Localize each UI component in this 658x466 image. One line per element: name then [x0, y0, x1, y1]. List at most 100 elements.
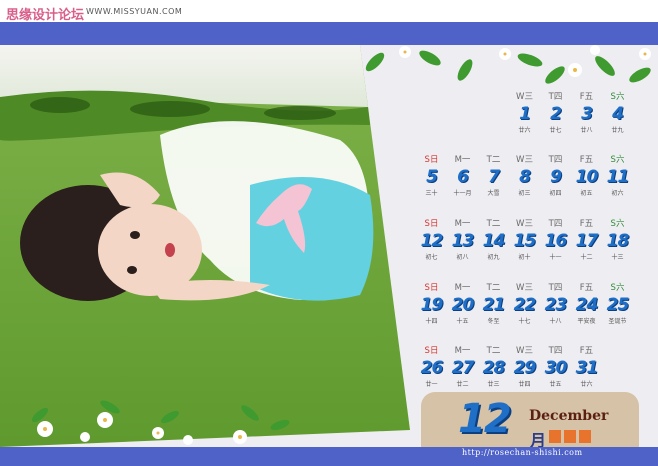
- day-number: 4: [612, 104, 624, 124]
- day-number: 3: [581, 104, 593, 124]
- lunar-date: 廿一: [425, 381, 438, 388]
- day-number: 13: [451, 231, 475, 251]
- day-cell: F五 17 十二: [571, 219, 602, 277]
- day-cell: T二 7 大雪: [478, 155, 509, 213]
- day-cell: T四 16 十一: [540, 219, 571, 277]
- day-number: 31: [575, 358, 599, 378]
- day-number: 29: [513, 358, 537, 378]
- weekday-label: F五: [579, 92, 594, 102]
- day-cell: T四 2 廿七: [540, 92, 571, 150]
- lunar-date: 三十: [425, 190, 438, 197]
- child-photo: [0, 45, 410, 447]
- lunar-date: 廿二: [456, 381, 469, 388]
- day-cell: F五 24 平安夜: [571, 283, 602, 341]
- lunar-date: 廿三: [487, 381, 500, 388]
- weekday-label: W三: [516, 346, 533, 356]
- day-number: 22: [513, 295, 537, 315]
- weekday-label: T二: [486, 219, 501, 229]
- decorative-square: [579, 430, 591, 443]
- day-cell: S日 5 三十: [416, 155, 447, 213]
- day-number: 18: [606, 231, 630, 251]
- top-bar: 思缘设计论坛 WWW.MISSYUAN.COM: [0, 0, 658, 23]
- lunar-date: 廿九: [611, 127, 624, 134]
- lunar-date: 十三: [611, 254, 624, 261]
- day-cell: M一 13 初八: [447, 219, 478, 277]
- day-cell: S六 25 圣诞节: [602, 283, 633, 341]
- lunar-date: 平安夜: [577, 318, 596, 325]
- week-row-2: S日 5 三十 M一 6 十一月 T二 7 大雪 W三 8 初三 T四 9 初四 F五 10 初五 S六…: [410, 155, 640, 215]
- decorative-square: [549, 430, 561, 443]
- week-row-3: S日 12 初七 M一 13 初八 T二 14 初九 W三 15 初十 T四 16 十一 F五 17 十…: [410, 219, 640, 279]
- weekday-label: S六: [610, 283, 625, 293]
- weekday-label: S六: [610, 219, 625, 229]
- day-number: 2: [550, 104, 562, 124]
- weekday-label: S六: [610, 155, 625, 165]
- day-number: 30: [544, 358, 568, 378]
- day-cell: S六 4 廿九: [602, 92, 633, 150]
- day-number: 23: [544, 295, 568, 315]
- weekday-label: S日: [424, 283, 439, 293]
- day-number: 26: [420, 358, 444, 378]
- weekday-label: S日: [424, 346, 439, 356]
- weekday-label: T四: [548, 92, 563, 102]
- weekday-label: T二: [486, 346, 501, 356]
- day-cell: T二 14 初九: [478, 219, 509, 277]
- calendar-grid: W三 1 廿六 T四 2 廿七 F五 3 廿八 S六 4 廿九 S日 5 三十 M一 6 十一月 T二 7…: [410, 80, 640, 390]
- day-number: 10: [575, 167, 599, 187]
- day-cell: W三 22 十七: [509, 283, 540, 341]
- lunar-date: 十四: [425, 318, 438, 325]
- day-number: 27: [451, 358, 475, 378]
- day-number: 14: [482, 231, 506, 251]
- weekday-label: T四: [548, 283, 563, 293]
- month-name-english: December: [529, 408, 609, 424]
- day-cell: W三 1 廿六: [509, 92, 540, 150]
- day-number: 15: [513, 231, 537, 251]
- day-number: 19: [420, 295, 444, 315]
- day-cell: W三 15 初十: [509, 219, 540, 277]
- lunar-date: 廿七: [549, 127, 562, 134]
- day-cell: S六 11 初六: [602, 155, 633, 213]
- photo-frame: [0, 45, 420, 447]
- day-number: 1: [519, 104, 531, 124]
- week-row-1: W三 1 廿六 T四 2 廿七 F五 3 廿八 S六 4 廿九: [410, 92, 640, 152]
- day-cell: T四 9 初四: [540, 155, 571, 213]
- lunar-date: 初五: [580, 190, 593, 197]
- day-number: 24: [575, 295, 599, 315]
- lunar-date: 十一: [549, 254, 562, 261]
- day-number: 5: [426, 167, 438, 187]
- weekday-label: T二: [486, 155, 501, 165]
- footer-url: http://rosechan-shishi.com: [462, 448, 583, 457]
- day-cell: M一 6 十一月: [447, 155, 478, 213]
- day-cell: T二 21 冬至: [478, 283, 509, 341]
- decorative-square: [564, 430, 576, 443]
- lunar-date: 初三: [518, 190, 531, 197]
- weekday-label: T四: [548, 155, 563, 165]
- weekday-label: F五: [579, 283, 594, 293]
- lunar-date: 廿四: [518, 381, 531, 388]
- day-number: 12: [420, 231, 444, 251]
- lunar-date: 初八: [456, 254, 469, 261]
- weekday-label: F五: [579, 155, 594, 165]
- lunar-date: 圣诞节: [608, 318, 627, 325]
- day-cell: S日 19 十四: [416, 283, 447, 341]
- site-url: WWW.MISSYUAN.COM: [86, 7, 183, 16]
- weekday-label: M一: [454, 155, 471, 165]
- day-number: 20: [451, 295, 475, 315]
- lunar-date: 廿六: [580, 381, 593, 388]
- day-number: 16: [544, 231, 568, 251]
- weekday-label: W三: [516, 283, 533, 293]
- lunar-date: 初六: [611, 190, 624, 197]
- lunar-date: 廿五: [549, 381, 562, 388]
- day-cell: F五 10 初五: [571, 155, 602, 213]
- lunar-date: 十五: [456, 318, 469, 325]
- lunar-date: 十八: [549, 318, 562, 325]
- weekday-label: F五: [579, 346, 594, 356]
- lunar-date: 十七: [518, 318, 531, 325]
- weekday-label: W三: [516, 219, 533, 229]
- week-row-4: S日 19 十四 M一 20 十五 T二 21 冬至 W三 22 十七 T四 23 十八 F五 24 平…: [410, 283, 640, 343]
- day-cell: T四 23 十八: [540, 283, 571, 341]
- lunar-date: 廿六: [518, 127, 531, 134]
- day-cell: F五 3 廿八: [571, 92, 602, 150]
- site-title: 思缘设计论坛: [6, 8, 85, 23]
- weekday-label: S日: [424, 219, 439, 229]
